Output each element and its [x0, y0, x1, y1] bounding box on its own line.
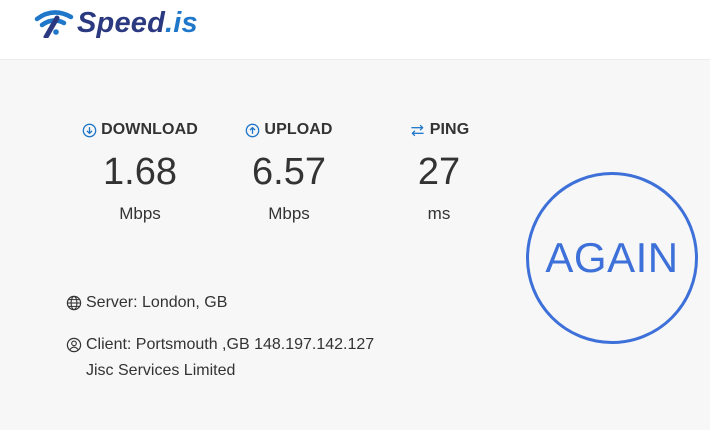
client-isp: Jisc Services Limited	[86, 362, 236, 379]
again-button-label: AGAIN	[545, 234, 679, 281]
globe-icon	[66, 295, 82, 311]
logo-text-speed: Speed	[77, 7, 166, 39]
ping-value: 27	[417, 151, 461, 193]
logo-text-is: .is	[165, 7, 198, 39]
download-value: 1.68	[103, 151, 177, 193]
upload-unit: Mbps	[268, 204, 310, 223]
ping-label: PING	[429, 121, 470, 138]
client-text: Client: Portsmouth ,GB 148.197.142.127	[86, 336, 375, 353]
ping-metric: PING 27 ms	[364, 120, 514, 224]
logo-text: Speed.is	[77, 5, 198, 41]
download-unit: Mbps	[119, 204, 161, 223]
upload-circle-icon	[246, 123, 260, 137]
download-metric: DOWNLOAD 1.68 Mbps	[65, 120, 215, 224]
download-label: DOWNLOAD	[101, 121, 198, 138]
download-circle-icon	[82, 123, 97, 137]
ping-unit: ms	[427, 204, 451, 223]
again-button[interactable]: AGAIN	[526, 172, 698, 344]
upload-header: UPLOAD	[214, 120, 364, 140]
results-panel: DOWNLOAD 1.68 Mbps UPLOAD 6.57 Mbps PING	[0, 61, 710, 430]
download-header: DOWNLOAD	[65, 120, 215, 140]
upload-value: 6.57	[252, 151, 326, 193]
client-info: Client: Portsmouth ,GB 148.197.142.127 J…	[66, 333, 374, 383]
swap-arrows-icon	[411, 124, 424, 136]
upload-metric: UPLOAD 6.57 Mbps	[214, 120, 364, 224]
wifi-logo-icon	[34, 10, 74, 38]
ping-header: PING	[364, 120, 514, 140]
site-logo[interactable]: Speed.is	[33, 5, 198, 41]
upload-label: UPLOAD	[264, 121, 333, 138]
site-header: Speed.is	[0, 0, 710, 60]
user-circle-icon	[66, 337, 82, 353]
server-row: Server: London, GB	[66, 291, 227, 315]
server-text: Server: London, GB	[86, 294, 228, 311]
client-row: Client: Portsmouth ,GB 148.197.142.127	[66, 333, 374, 357]
server-info: Server: London, GB	[66, 291, 227, 315]
